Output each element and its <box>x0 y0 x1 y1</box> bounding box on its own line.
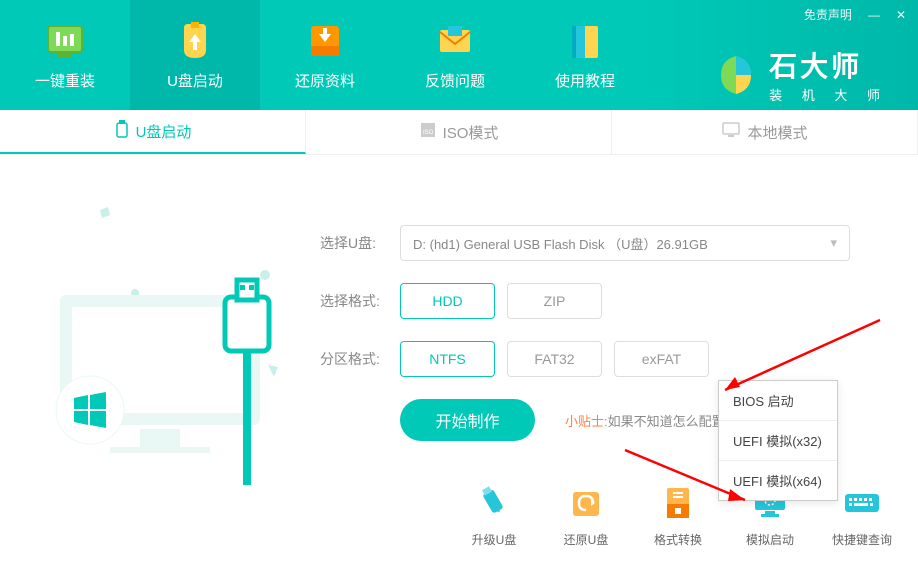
nav-label: 还原资料 <box>295 70 355 91</box>
mode-tabs: U盘启动 ISO ISO模式 本地模式 <box>0 110 918 155</box>
main-content: 选择U盘: D: (hd1) General USB Flash Disk （U… <box>0 155 918 578</box>
action-upgrade-usb[interactable]: 升级U盘 <box>458 483 530 548</box>
partition-label: 分区格式: <box>320 349 390 369</box>
feedback-icon <box>434 20 476 62</box>
format-zip[interactable]: ZIP <box>507 283 602 319</box>
nav-label: 一键重装 <box>35 70 95 91</box>
action-label: 还原U盘 <box>564 531 609 548</box>
close-button[interactable]: ✕ <box>896 8 906 22</box>
format-hdd[interactable]: HDD <box>400 283 495 319</box>
logo-area: 石大师 装 机 大 师 <box>713 45 888 104</box>
action-convert[interactable]: 格式转换 <box>642 483 714 548</box>
iso-icon: ISO <box>419 121 437 144</box>
disclaimer-link[interactable]: 免责声明 <box>804 6 852 23</box>
nav-label: 反馈问题 <box>425 70 485 91</box>
usb-boot-icon <box>174 20 216 62</box>
popup-bios[interactable]: BIOS 启动 <box>719 381 837 421</box>
reinstall-icon <box>44 20 86 62</box>
partition-ntfs[interactable]: NTFS <box>400 341 495 377</box>
upgrade-usb-icon <box>474 483 514 523</box>
action-label: 快捷键查询 <box>832 531 892 548</box>
illustration <box>30 185 290 485</box>
tab-local[interactable]: 本地模式 <box>612 110 918 154</box>
logo-title: 石大师 <box>769 45 888 85</box>
disk-value: D: (hd1) General USB Flash Disk （U盘）26.9… <box>413 234 708 253</box>
logo-subtitle: 装 机 大 师 <box>769 85 888 104</box>
monitor-icon <box>721 121 741 144</box>
nav-usb-boot[interactable]: U盘启动 <box>130 0 260 110</box>
format-label: 选择格式: <box>320 291 390 311</box>
partition-exfat[interactable]: exFAT <box>614 341 709 377</box>
action-label: 模拟启动 <box>746 531 794 548</box>
tab-iso[interactable]: ISO ISO模式 <box>306 110 612 154</box>
app-header: 一键重装 U盘启动 还原资料 反馈问题 使用教程 免责声明 <box>0 0 918 110</box>
start-button[interactable]: 开始制作 <box>400 399 535 441</box>
svg-text:ISO: ISO <box>423 130 434 136</box>
tab-label: ISO模式 <box>443 122 499 143</box>
tab-label: U盘启动 <box>136 121 192 142</box>
nav-items: 一键重装 U盘启动 还原资料 反馈问题 使用教程 <box>0 0 650 110</box>
simulate-popup: BIOS 启动 UEFI 模拟(x32) UEFI 模拟(x64) <box>718 380 838 501</box>
action-restore-usb[interactable]: 还原U盘 <box>550 483 622 548</box>
disk-label: 选择U盘: <box>320 233 390 253</box>
action-label: 升级U盘 <box>472 531 517 548</box>
action-label: 格式转换 <box>654 531 702 548</box>
tab-usb-boot[interactable]: U盘启动 <box>0 110 306 154</box>
nav-reinstall[interactable]: 一键重装 <box>0 0 130 110</box>
tutorial-icon <box>564 20 606 62</box>
nav-feedback[interactable]: 反馈问题 <box>390 0 520 110</box>
nav-tutorial[interactable]: 使用教程 <box>520 0 650 110</box>
logo-icon <box>713 52 759 98</box>
window-controls: 免责声明 — ✕ <box>804 6 906 23</box>
nav-label: U盘启动 <box>167 70 223 91</box>
restore-icon <box>304 20 346 62</box>
usb-small-icon <box>114 119 130 144</box>
restore-usb-icon <box>566 483 606 523</box>
convert-icon <box>658 483 698 523</box>
keyboard-icon <box>842 483 882 523</box>
nav-restore[interactable]: 还原资料 <box>260 0 390 110</box>
popup-uefi64[interactable]: UEFI 模拟(x64) <box>719 461 837 500</box>
tab-label: 本地模式 <box>747 122 807 143</box>
nav-label: 使用教程 <box>555 70 615 91</box>
disk-select[interactable]: D: (hd1) General USB Flash Disk （U盘）26.9… <box>400 225 850 261</box>
tip-highlight: 小贴士: <box>565 414 608 429</box>
popup-uefi32[interactable]: UEFI 模拟(x32) <box>719 421 837 461</box>
chevron-down-icon: ▾ <box>830 235 837 251</box>
minimize-button[interactable]: — <box>868 8 880 22</box>
partition-fat32[interactable]: FAT32 <box>507 341 602 377</box>
